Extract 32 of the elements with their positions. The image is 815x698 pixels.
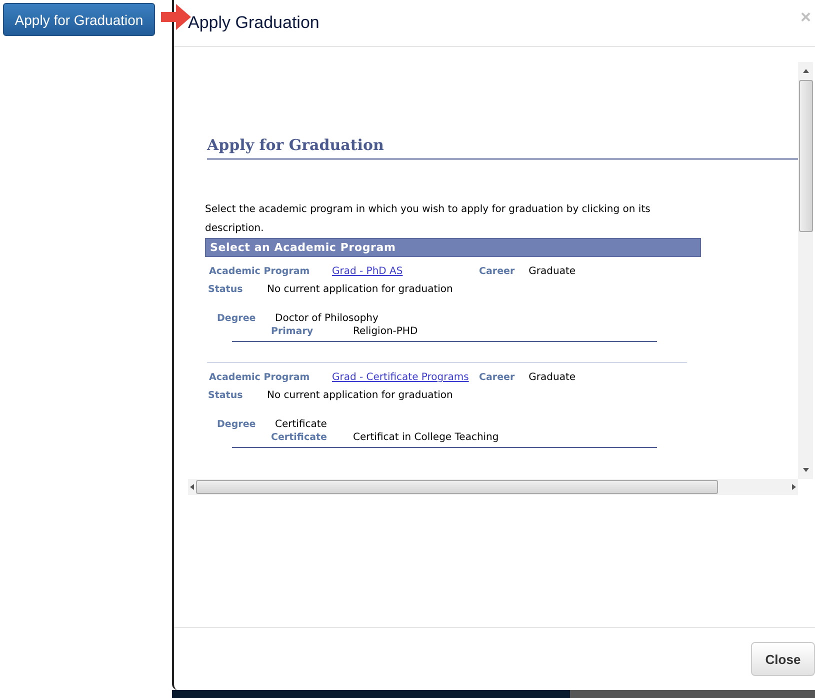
field-label: Status xyxy=(208,390,244,401)
field-label: Primary xyxy=(271,326,314,337)
field-label: Career xyxy=(479,266,515,277)
field-label: Academic Program xyxy=(209,266,311,277)
field-value: Doctor of Philosophy xyxy=(275,313,378,324)
field-label: Degree xyxy=(217,419,257,430)
field-label: Career xyxy=(479,372,515,383)
vertical-scrollbar[interactable] xyxy=(798,62,813,479)
scroll-down-icon[interactable] xyxy=(802,466,810,474)
field-value: Certificat in College Teaching xyxy=(353,432,499,443)
field-label: Status xyxy=(208,284,244,295)
field-value: No current application for graduation xyxy=(267,390,453,401)
program-link[interactable]: Grad - Certificate Programs xyxy=(332,372,479,383)
scroll-right-icon[interactable] xyxy=(790,483,798,491)
field-label: Degree xyxy=(217,313,257,324)
horizontal-scrollbar[interactable] xyxy=(188,479,798,495)
instructions-text: Select the academic program in which you wish to apply for graduation by clicking on its description. xyxy=(205,203,652,236)
program-link[interactable]: Grad - PhD AS xyxy=(332,266,479,277)
apply-for-graduation-button[interactable]: Apply for Graduation xyxy=(3,3,155,36)
field-label: Academic Program xyxy=(209,372,311,383)
field-value: Religion-PHD xyxy=(353,326,418,337)
table-header: Select an Academic Program xyxy=(205,238,701,257)
close-button[interactable]: Close xyxy=(751,642,815,676)
scroll-left-icon[interactable] xyxy=(188,483,196,491)
scroll-up-icon[interactable] xyxy=(802,67,810,75)
field-value: Graduate xyxy=(528,372,576,383)
dialog-title: Apply Graduation xyxy=(188,13,320,33)
section-heading: Apply for Graduation xyxy=(207,136,798,160)
field-value: Graduate xyxy=(528,266,576,277)
field-value: Certificate xyxy=(275,419,327,430)
field-label: Certificate xyxy=(271,432,328,443)
field-value: No current application for graduation xyxy=(267,284,453,295)
